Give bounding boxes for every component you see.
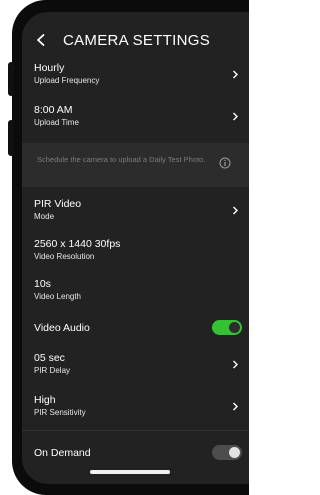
on-demand-row: On Demand xyxy=(22,445,249,465)
chevron-right-icon xyxy=(233,402,238,411)
video-resolution-value: 2560 x 1440 30fps xyxy=(34,238,121,250)
info-text: Schedule the camera to upload a Daily Te… xyxy=(37,155,206,164)
header: CAMERA SETTINGS xyxy=(22,29,249,51)
pir-sensitivity-value: High xyxy=(34,394,56,406)
divider xyxy=(22,430,249,431)
phone-side-button xyxy=(8,120,14,156)
video-length-row: 10s Video Length xyxy=(22,278,249,308)
video-audio-row: Video Audio xyxy=(22,320,249,340)
chevron-left-icon[interactable] xyxy=(34,33,48,47)
pir-delay-label: PIR Delay xyxy=(34,366,71,375)
chevron-right-icon xyxy=(233,360,238,369)
video-audio-label: Video Audio xyxy=(34,322,90,334)
pir-delay-row[interactable]: 05 sec PIR Delay xyxy=(22,352,249,386)
home-indicator xyxy=(90,470,170,474)
upload-time-row[interactable]: 8:00 AM Upload Time xyxy=(22,104,249,138)
toggle-knob xyxy=(229,447,240,458)
toggle-knob xyxy=(229,322,240,333)
upload-frequency-row[interactable]: Hourly Upload Frequency xyxy=(22,62,249,96)
pir-sensitivity-label: PIR Sensitivity xyxy=(34,408,86,417)
camera-settings-screen: CAMERA SETTINGS Hourly Upload Frequency … xyxy=(22,12,249,484)
info-icon[interactable] xyxy=(219,157,231,169)
on-demand-toggle[interactable] xyxy=(212,445,242,460)
upload-time-value: 8:00 AM xyxy=(34,104,73,116)
pir-delay-value: 05 sec xyxy=(34,352,65,364)
mode-label: Mode xyxy=(34,212,55,221)
info-box: Schedule the camera to upload a Daily Te… xyxy=(22,143,249,187)
video-length-value: 10s xyxy=(34,278,51,290)
page-title: CAMERA SETTINGS xyxy=(63,32,211,49)
mode-value: PIR Video xyxy=(34,198,82,210)
upload-frequency-value: Hourly xyxy=(34,62,65,74)
phone-side-button xyxy=(8,62,14,96)
pir-sensitivity-row[interactable]: High PIR Sensitivity xyxy=(22,394,249,428)
video-audio-toggle[interactable] xyxy=(212,320,242,335)
video-length-label: Video Length xyxy=(34,292,82,301)
upload-time-label: Upload Time xyxy=(34,118,79,127)
chevron-right-icon xyxy=(233,70,238,79)
video-resolution-row: 2560 x 1440 30fps Video Resolution xyxy=(22,238,249,268)
chevron-right-icon xyxy=(233,112,238,121)
upload-frequency-label: Upload Frequency xyxy=(34,76,100,85)
video-resolution-label: Video Resolution xyxy=(34,252,95,261)
on-demand-label: On Demand xyxy=(34,447,91,459)
chevron-right-icon xyxy=(233,206,238,215)
mode-row[interactable]: PIR Video Mode xyxy=(22,198,249,232)
